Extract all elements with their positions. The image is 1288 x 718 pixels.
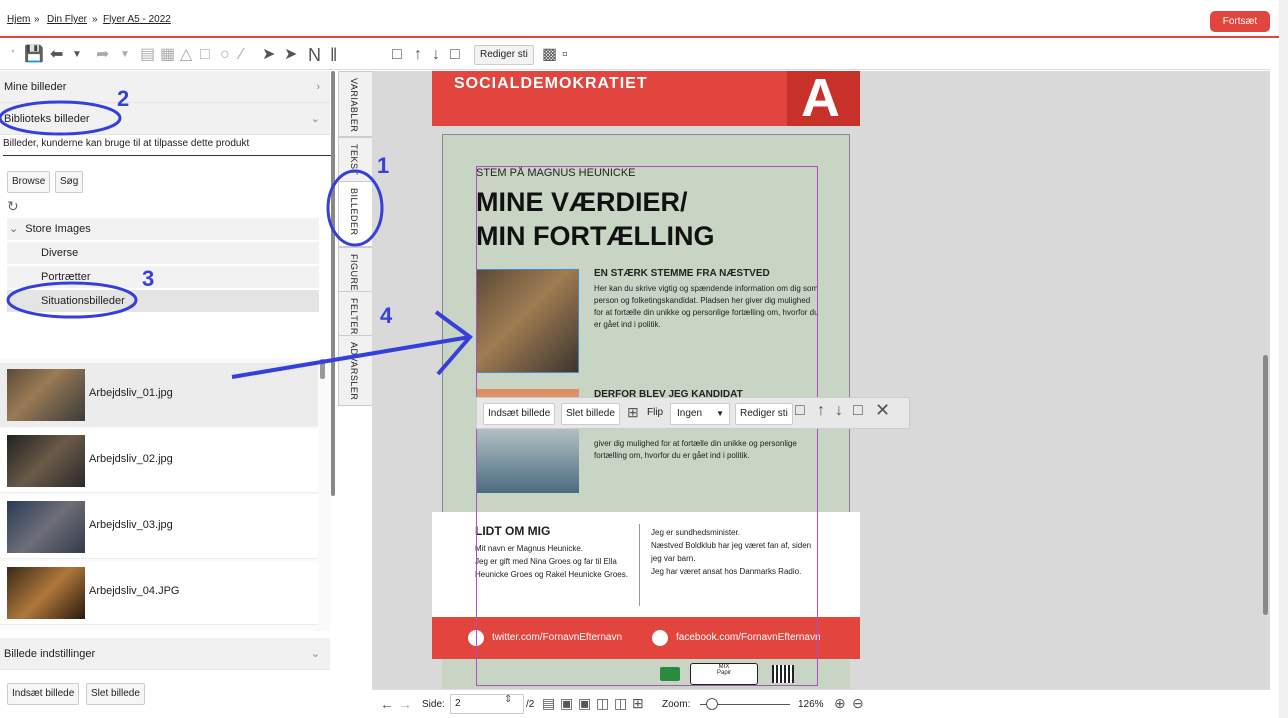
annotation-overlay [0, 100, 473, 379]
annotation-1: 1 [377, 153, 390, 178]
annotation-2: 2 [117, 86, 130, 111]
annotation-3: 3 [142, 266, 155, 291]
annotation-4: 4 [380, 303, 393, 328]
annotation-ellipse-2 [0, 100, 122, 136]
annotation-arrow [231, 335, 471, 379]
annotation-ellipse-3 [6, 281, 138, 319]
annotation-ellipse-1 [326, 169, 384, 247]
